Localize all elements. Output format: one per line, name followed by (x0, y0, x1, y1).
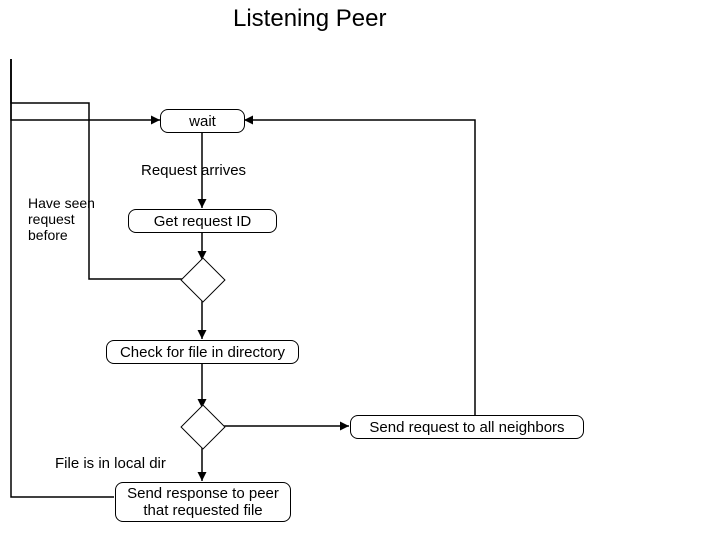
label-have-seen: Have seen request before (28, 195, 95, 243)
label-file-in-local: File is in local dir (55, 455, 166, 472)
label-request-arrives: Request arrives (141, 162, 246, 179)
node-wait: wait (160, 109, 245, 133)
node-get-request-id: Get request ID (128, 209, 277, 233)
node-send-neighbors: Send request to all neighbors (350, 415, 584, 439)
node-send-response: Send response to peer that requested fil… (115, 482, 291, 522)
node-check-directory: Check for file in directory (106, 340, 299, 364)
